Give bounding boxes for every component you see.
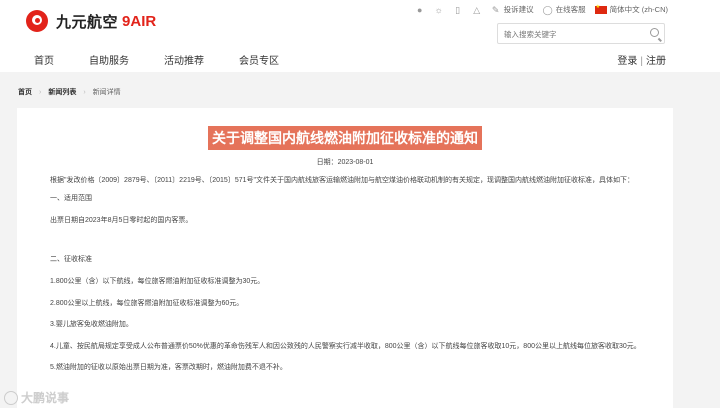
breadcrumb-arrow-icon: › bbox=[83, 88, 86, 96]
search-input[interactable] bbox=[498, 25, 638, 44]
main-nav: 首页 自助服务 活动推荐 会员专区 bbox=[34, 52, 314, 67]
online-service-label: 在线客服 bbox=[555, 5, 586, 14]
nav-item-members[interactable]: 会员专区 bbox=[239, 52, 279, 67]
nav-item-promotions[interactable]: 活动推荐 bbox=[164, 52, 204, 67]
top-header: 九元航空 9AIR ● ☼ ▯ △ ✎ 投诉建议 ◯ 在线客服 简体中文 (zh… bbox=[0, 0, 720, 72]
article-paragraph: 二、征收标准 bbox=[50, 255, 92, 263]
article-body: 根据"发改价格〔2009〕2879号、〔2011〕2219号、〔2015〕571… bbox=[50, 176, 660, 374]
brand-name-en: 9AIR bbox=[122, 12, 157, 30]
breadcrumb-arrow-icon: › bbox=[39, 88, 42, 96]
mobile-icon[interactable]: ▯ bbox=[453, 5, 463, 15]
article-paragraph: 3.婴儿旅客免收燃油附加。 bbox=[50, 321, 133, 328]
complaint-link[interactable]: ✎ 投诉建议 bbox=[491, 4, 534, 15]
language-selector[interactable]: 简体中文 (zh-CN) bbox=[594, 4, 668, 15]
logo-icon bbox=[26, 10, 48, 32]
language-label: 简体中文 (zh-CN) bbox=[609, 5, 668, 14]
article-card: 关于调整国内航线燃油附加征收标准的通知 日期：2023-08-01 根据"发改价… bbox=[17, 108, 673, 408]
edit-icon: ✎ bbox=[491, 4, 500, 15]
article-paragraph: 出票日期自2023年8月5日零时起的国内客票。 bbox=[50, 217, 193, 224]
wechat-icon[interactable]: ● bbox=[415, 5, 425, 15]
search-box bbox=[497, 23, 665, 44]
login-link[interactable]: 登录 bbox=[617, 56, 637, 67]
breadcrumb-home[interactable]: 首页 bbox=[18, 87, 32, 97]
register-link[interactable]: 注册 bbox=[646, 56, 666, 67]
breadcrumb-bar: 首页 › 新闻列表 › 新闻详情 bbox=[0, 86, 720, 100]
utility-bar: ● ☼ ▯ △ ✎ 投诉建议 ◯ 在线客服 简体中文 (zh-CN) bbox=[415, 4, 668, 15]
watermark: 大鹏说事 bbox=[4, 389, 69, 406]
breadcrumb-news-list[interactable]: 新闻列表 bbox=[48, 87, 76, 97]
nav-item-self-service[interactable]: 自助服务 bbox=[89, 52, 129, 67]
article-title-wrap: 关于调整国内航线燃油附加征收标准的通知 bbox=[17, 126, 673, 150]
watermark-text: 大鹏说事 bbox=[21, 391, 70, 405]
article-paragraph: 5.燃油附加的征收以原始出票日期为准，客票改期时，燃油附加费不退不补。 bbox=[50, 364, 287, 371]
article-paragraph: 1.800公里（含）以下航线，每位旅客燃油附加征收标准调整为30元。 bbox=[50, 278, 265, 285]
watermark-logo-icon bbox=[4, 390, 18, 405]
article-paragraph: 4.儿童、按民航局规定享受成人公布普通票价50%优惠的革命伤残军人和因公致残的人… bbox=[50, 342, 641, 350]
article-paragraph: 一、适用范围 bbox=[50, 194, 92, 202]
online-service-link[interactable]: ◯ 在线客服 bbox=[543, 4, 586, 15]
brand-logo[interactable]: 九元航空 9AIR bbox=[26, 10, 156, 32]
complaint-label: 投诉建议 bbox=[503, 5, 534, 14]
weibo-icon[interactable]: ☼ bbox=[434, 5, 444, 15]
breadcrumb-news-detail: 新闻详情 bbox=[92, 89, 121, 96]
article-paragraph: 根据"发改价格〔2009〕2879号、〔2011〕2219号、〔2015〕571… bbox=[50, 177, 634, 184]
brand-name-cn: 九元航空 bbox=[56, 13, 119, 31]
search-icon[interactable] bbox=[650, 28, 659, 37]
auth-links: 登录 | 注册 bbox=[617, 52, 666, 67]
china-flag-icon bbox=[594, 4, 607, 14]
article-paragraph: 2.800公里以上航线，每位旅客燃油附加征收标准调整为60元。 bbox=[50, 299, 244, 307]
article-date: 日期：2023-08-01 bbox=[316, 159, 374, 166]
bell-icon[interactable]: △ bbox=[472, 5, 482, 15]
nav-item-home[interactable]: 首页 bbox=[34, 52, 54, 67]
breadcrumb: 首页 › 新闻列表 › 新闻详情 bbox=[18, 87, 121, 97]
auth-separator: | bbox=[640, 56, 643, 67]
article-title: 关于调整国内航线燃油附加征收标准的通知 bbox=[208, 126, 482, 150]
chat-icon: ◯ bbox=[542, 4, 553, 15]
